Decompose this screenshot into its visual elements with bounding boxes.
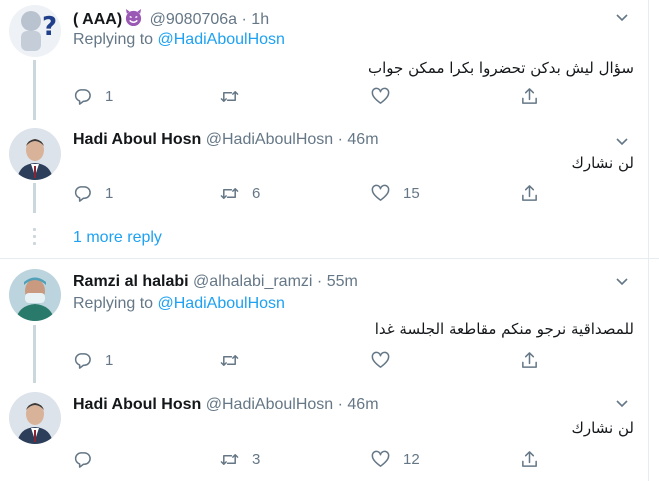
tweet-2[interactable]: Hadi Aboul Hosn @HadiAboulHosn · 46m لن …	[0, 125, 659, 220]
avatar-aaa[interactable]: ?	[9, 5, 61, 57]
tweet-4[interactable]: Hadi Aboul Hosn @HadiAboulHosn · 46m لن …	[0, 384, 659, 481]
share-icon	[522, 185, 537, 201]
display-name[interactable]: Hadi Aboul Hosn	[73, 131, 201, 148]
chevron-down-icon[interactable]	[614, 396, 630, 412]
avatar-image: ?	[9, 5, 61, 57]
tweet-header: ( AAA) @9080706a · 1h	[73, 8, 269, 32]
share-button[interactable]	[520, 87, 539, 106]
separator-dot: ·	[241, 11, 247, 28]
reply-icon	[74, 89, 91, 105]
like-icon	[371, 351, 390, 368]
display-name[interactable]: Hadi Aboul Hosn	[73, 396, 201, 413]
share-button[interactable]	[520, 351, 539, 370]
user-handle[interactable]: @HadiAboulHosn	[206, 396, 333, 413]
like-button[interactable]: 12	[371, 450, 420, 469]
avatar-hadi[interactable]	[9, 128, 61, 180]
svg-text:?: ?	[42, 12, 57, 42]
tweet-header: Hadi Aboul Hosn @HadiAboulHosn · 46m	[73, 131, 379, 149]
share-icon	[522, 451, 537, 467]
thread-dots	[33, 228, 36, 249]
retweet-button[interactable]: 6	[220, 184, 260, 203]
thread-line	[33, 325, 36, 383]
like-button[interactable]	[371, 87, 403, 106]
retweet-icon	[220, 90, 239, 103]
tweet-header: Ramzi al halabi @alhalabi_ramzi · 55m	[73, 273, 358, 291]
display-name[interactable]: Ramzi al halabi	[73, 273, 189, 290]
replying-prefix: Replying to	[73, 31, 158, 48]
reply-count: 1	[105, 88, 114, 105]
retweet-icon	[220, 187, 239, 200]
tweet-text: لن نشارك	[571, 419, 635, 437]
chevron-down-icon[interactable]	[614, 134, 630, 150]
reply-button[interactable]: 1	[73, 87, 113, 106]
separator-dot: ·	[337, 131, 343, 148]
replying-prefix: Replying to	[73, 295, 158, 312]
reply-count: 1	[105, 185, 114, 202]
chevron-down-icon[interactable]	[614, 274, 630, 290]
mention-link[interactable]: @HadiAboulHosn	[158, 31, 285, 48]
reply-icon	[74, 353, 91, 369]
like-icon	[371, 87, 390, 104]
reply-icon	[74, 186, 91, 202]
timestamp[interactable]: 55m	[327, 273, 358, 290]
replying-to: Replying to @HadiAboulHosn	[73, 295, 285, 313]
reply-icon	[74, 452, 91, 468]
share-button[interactable]	[520, 184, 539, 203]
retweet-button[interactable]	[220, 351, 252, 370]
thread-line	[33, 183, 36, 213]
like-count: 15	[403, 185, 420, 202]
like-count: 12	[403, 451, 420, 468]
retweet-button[interactable]	[220, 87, 252, 106]
retweet-icon	[220, 453, 239, 466]
reply-button[interactable]: 1	[73, 351, 113, 370]
like-button[interactable]	[371, 351, 403, 370]
tweet-header: Hadi Aboul Hosn @HadiAboulHosn · 46m	[73, 396, 379, 414]
tweet-text: للمصداقية نرجو منكم مقاطعة الجلسة غدا	[374, 320, 634, 338]
tweet-3[interactable]: Ramzi al halabi @alhalabi_ramzi · 55m Re…	[0, 259, 659, 384]
show-more-replies-link[interactable]: 1 more reply	[73, 229, 162, 247]
display-name[interactable]: ( AAA)	[73, 11, 122, 28]
avatar-image	[9, 128, 61, 180]
tweet-1[interactable]: ? ( AAA) @9080706a · 1h Replying to @Had…	[0, 0, 659, 125]
tweet-text: سؤال ليش بدكن تحضروا بكرا ممكن جواب	[368, 59, 634, 77]
timestamp[interactable]: 46m	[347, 131, 378, 148]
separator-dot: ·	[316, 273, 323, 290]
chevron-down-icon[interactable]	[614, 10, 630, 26]
timeline-border	[648, 0, 649, 481]
like-button[interactable]: 15	[371, 184, 420, 203]
timestamp[interactable]: 46m	[347, 396, 378, 413]
separator-dot: ·	[337, 396, 343, 413]
retweet-icon	[220, 354, 239, 367]
retweet-count: 6	[252, 185, 261, 202]
user-handle[interactable]: @9080706a	[150, 11, 237, 28]
like-icon	[371, 184, 390, 201]
share-icon	[522, 88, 537, 104]
smiling-devil-emoji	[124, 8, 143, 32]
share-button[interactable]	[520, 450, 539, 469]
like-icon	[371, 450, 390, 467]
mention-link[interactable]: @HadiAboulHosn	[158, 295, 285, 312]
thread-line	[33, 60, 36, 120]
reply-button[interactable]: 1	[73, 184, 113, 203]
replying-to: Replying to @HadiAboulHosn	[73, 31, 285, 49]
user-handle[interactable]: @alhalabi_ramzi	[193, 273, 312, 290]
reply-count: 1	[105, 352, 114, 369]
avatar-image	[9, 269, 61, 321]
share-icon	[522, 352, 537, 368]
avatar-image	[9, 392, 61, 444]
avatar-hadi[interactable]	[9, 392, 61, 444]
retweet-count: 3	[252, 451, 261, 468]
tweet-text: لن نشارك	[571, 154, 635, 172]
retweet-button[interactable]: 3	[220, 450, 260, 469]
reply-button[interactable]	[73, 450, 105, 469]
user-handle[interactable]: @HadiAboulHosn	[206, 131, 333, 148]
timestamp[interactable]: 1h	[251, 11, 269, 28]
avatar-ramzi[interactable]	[9, 269, 61, 321]
